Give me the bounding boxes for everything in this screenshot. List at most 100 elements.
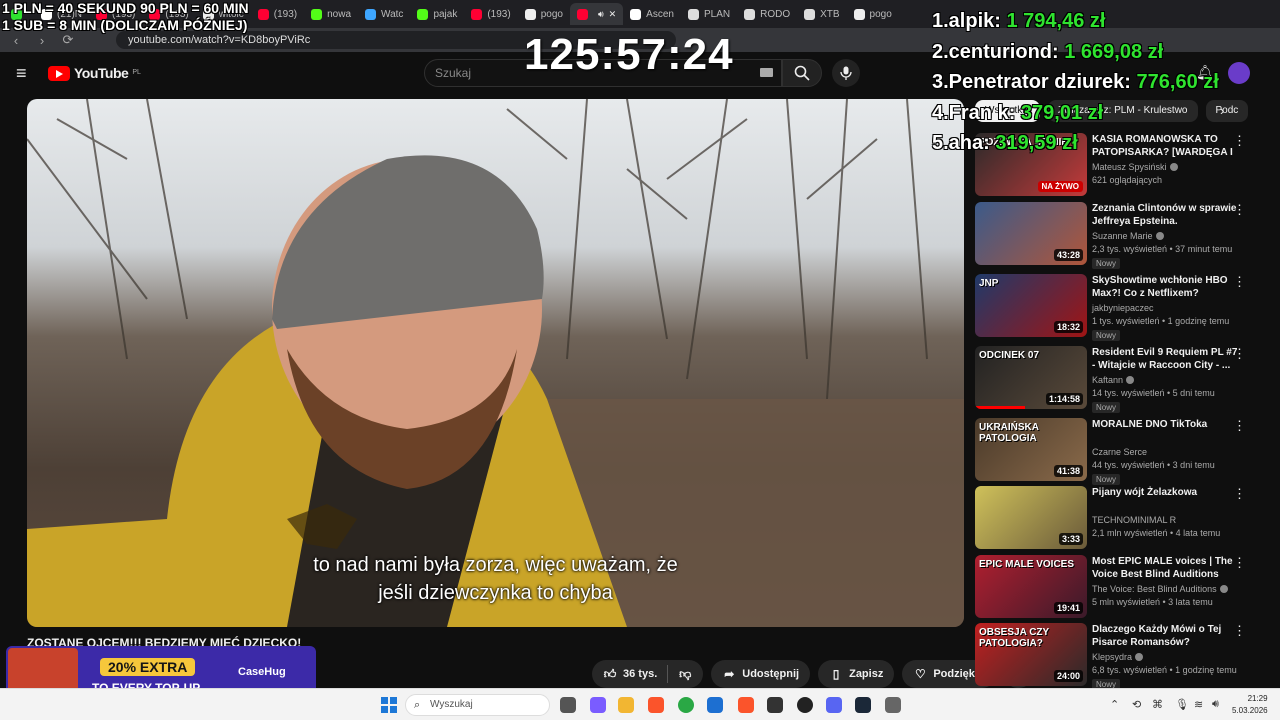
browser-tab[interactable]: (193) [464, 3, 517, 25]
browser-tab[interactable]: pogo [847, 3, 899, 25]
more-options-icon[interactable]: ⋮ [1233, 418, 1246, 434]
browser-tab[interactable]: 🔊︎ ✕ [569, 3, 624, 25]
donation-leaderboard: 1.alpik: 1 794,46 zł 2.centuriond: 1 669,… [932, 6, 1219, 159]
brave-browser-icon[interactable] [648, 697, 664, 713]
channel-name: TECHNOMINIMAL R [1092, 515, 1177, 525]
recommendation-item[interactable]: EPIC MALE VOICES 19:41 Most EPIC MALE voic… [975, 555, 1263, 619]
browser-tab[interactable]: (193) [251, 3, 304, 25]
recommendation-thumbnail[interactable]: 43:28 [975, 202, 1087, 265]
channel-name: Suzanne Marie [1092, 231, 1153, 241]
recommendation-channel[interactable]: Czarne Serce [1092, 447, 1147, 457]
tray-wifi-icon[interactable]: ≋ [1194, 698, 1203, 711]
more-options-icon[interactable]: ⋮ [1233, 133, 1246, 149]
recommendation-channel[interactable]: Kaftann [1092, 375, 1135, 385]
recommendation-title[interactable]: Dlaczego Każdy Mówi o Tej Pisarce Romans… [1092, 623, 1242, 649]
tray-app-icon[interactable]: ⟲ [1132, 698, 1141, 711]
recommendation-title[interactable]: Most EPIC MALE voices | The Voice Best B… [1092, 555, 1242, 581]
donor-name: 2.centuriond: [932, 40, 1065, 63]
recommendation-thumbnail[interactable]: JNP 18:32 [975, 274, 1087, 337]
account-avatar[interactable] [1228, 62, 1250, 84]
thumbnail-text: EPIC MALE VOICES [979, 559, 1075, 570]
keyboard-icon[interactable] [760, 68, 773, 77]
tab-audio-icon[interactable]: 🔊︎ [598, 9, 604, 20]
tray-microphone-icon[interactable]: 🎙︎ [1175, 698, 1189, 711]
search-button[interactable] [782, 59, 822, 87]
browser-tab[interactable]: Watc [358, 3, 410, 25]
more-options-icon[interactable]: ⋮ [1233, 486, 1246, 502]
recommendation-title[interactable]: Zeznania Clintonów w sprawie Jeffreya Ep… [1092, 202, 1242, 228]
like-button[interactable]: 👍︎ 36 tys. 👎︎ [592, 660, 704, 688]
more-options-icon[interactable]: ⋮ [1233, 346, 1246, 362]
voice-search-button[interactable] [832, 59, 860, 87]
recommendation-item[interactable]: 3:33 Pijany wójt Żelazkowa TECHNOMINIMAL R… [975, 486, 1263, 550]
browser-tab[interactable]: pogo [518, 3, 570, 25]
recommendation-channel[interactable]: Klepsydra [1092, 652, 1144, 662]
recommendation-channel[interactable]: Mateusz Spysiński [1092, 162, 1178, 172]
forward-icon[interactable]: › [34, 33, 50, 48]
chevron-right-icon[interactable]: › [1220, 103, 1224, 118]
recommendation-title[interactable]: Resident Evil 9 Requiem PL #7 - Witajcie… [1092, 346, 1242, 372]
recommendation-title[interactable]: MORALNE DNO TikToka [1092, 418, 1242, 431]
donation-rules: 1 PLN = 40 SEKUND 90 PLN = 60 MIN 1 SUB … [2, 0, 249, 34]
tray-chevron-icon[interactable]: ⌃ [1110, 698, 1119, 711]
recommendation-channel[interactable]: The Voice: Best Blind Auditions [1092, 584, 1228, 594]
chrome-icon[interactable] [678, 697, 694, 713]
recommendation-thumbnail[interactable]: UKRAIŃSKA PATOLOGIA 41:38 [975, 418, 1087, 481]
recommendation-meta: 2,1 mln wyświetleń • 4 lata temu [1092, 528, 1221, 538]
browser-tab[interactable]: pajak [410, 3, 464, 25]
verified-icon [1155, 232, 1164, 240]
store-icon[interactable] [707, 697, 723, 713]
save-button[interactable]: ▯ Zapisz [818, 660, 895, 688]
duration-badge: 24:00 [1053, 670, 1083, 682]
recommendation-channel[interactable]: Suzanne Marie [1092, 231, 1164, 241]
recommendation-meta: 621 oglądających [1092, 175, 1163, 185]
recommendation-title[interactable]: SkyShowtime wchłonie HBO Max?! Co z Netf… [1092, 274, 1242, 300]
browser-tab[interactable]: RODO [737, 3, 797, 25]
recommendation-item[interactable]: JNP 18:32 SkyShowtime wchłonie HBO Max?! C… [975, 274, 1263, 341]
browser-tab[interactable]: Ascen [623, 3, 681, 25]
windows-start-icon[interactable] [381, 697, 397, 713]
share-button[interactable]: ➦ Udostępnij [711, 660, 811, 688]
app-icon[interactable] [767, 697, 783, 713]
recommendation-thumbnail[interactable]: ODCINEK 07 1:14:58 [975, 346, 1087, 409]
recommendation-channel[interactable]: TECHNOMINIMAL R [1092, 515, 1176, 525]
calculator-icon[interactable] [885, 697, 901, 713]
copilot-icon[interactable] [590, 697, 606, 713]
steam-icon[interactable] [855, 697, 871, 713]
recommendation-item[interactable]: OBSESJA CZY PATOLOGIA? 24:00 Dlaczego Każd… [975, 623, 1263, 690]
brave-browser-icon[interactable] [738, 697, 754, 713]
recommendation-thumbnail[interactable]: OBSESJA CZY PATOLOGIA? 24:00 [975, 623, 1087, 686]
back-icon[interactable]: ‹ [8, 33, 24, 48]
browser-tab[interactable]: nowa [304, 3, 358, 25]
file-explorer-icon[interactable] [618, 697, 634, 713]
tray-network-icon[interactable]: ⌘ [1152, 698, 1163, 711]
youtube-logo[interactable]: YouTube PL [48, 65, 141, 81]
channel-name: Mateusz Spysiński [1092, 162, 1167, 172]
more-options-icon[interactable]: ⋮ [1233, 202, 1246, 218]
obs-icon[interactable] [797, 697, 813, 713]
recommendation-thumbnail[interactable]: EPIC MALE VOICES 19:41 [975, 555, 1087, 618]
task-view-icon[interactable] [560, 697, 576, 713]
recommendation-item[interactable]: UKRAIŃSKA PATOLOGIA 41:38 MORALNE DNO TikT… [975, 418, 1263, 485]
more-options-icon[interactable]: ⋮ [1233, 623, 1246, 639]
recommendation-thumbnail[interactable]: 3:33 [975, 486, 1087, 549]
discord-icon[interactable] [826, 697, 842, 713]
reload-icon[interactable]: ⟳ [60, 32, 76, 48]
browser-tab[interactable]: XTB [797, 3, 846, 25]
thumbs-down-icon[interactable]: 👎︎ [678, 667, 692, 682]
recommendation-title[interactable]: Pijany wójt Żelazkowa [1092, 486, 1242, 499]
tab-close-icon[interactable]: ✕ [609, 9, 617, 20]
menu-icon[interactable]: ≡ [16, 63, 36, 84]
recommendation-item[interactable]: ODCINEK 07 1:14:58 Resident Evil 9 Requiem… [975, 346, 1263, 413]
recommendation-channel[interactable]: jakbyniepaczec [1092, 303, 1154, 313]
duration-badge: 3:33 [1058, 533, 1083, 545]
taskbar-search[interactable]: ⌕ Wyszukaj [405, 694, 550, 716]
more-options-icon[interactable]: ⋮ [1233, 274, 1246, 290]
browser-tab[interactable]: PLAN [681, 3, 737, 25]
tray-volume-icon[interactable]: 🔊︎ [1212, 698, 1219, 711]
video-player[interactable]: to nad nami była zorza, więc uważam, że … [27, 99, 964, 627]
more-options-icon[interactable]: ⋮ [1233, 555, 1246, 571]
leaderboard-entry: 5.aha: 319,59 zł [932, 128, 1219, 159]
taskbar-clock[interactable]: 21:29 5.03.2026 [1232, 693, 1268, 717]
recommendation-item[interactable]: 43:28 Zeznania Clintonów w sprawie Jeffre… [975, 202, 1263, 269]
